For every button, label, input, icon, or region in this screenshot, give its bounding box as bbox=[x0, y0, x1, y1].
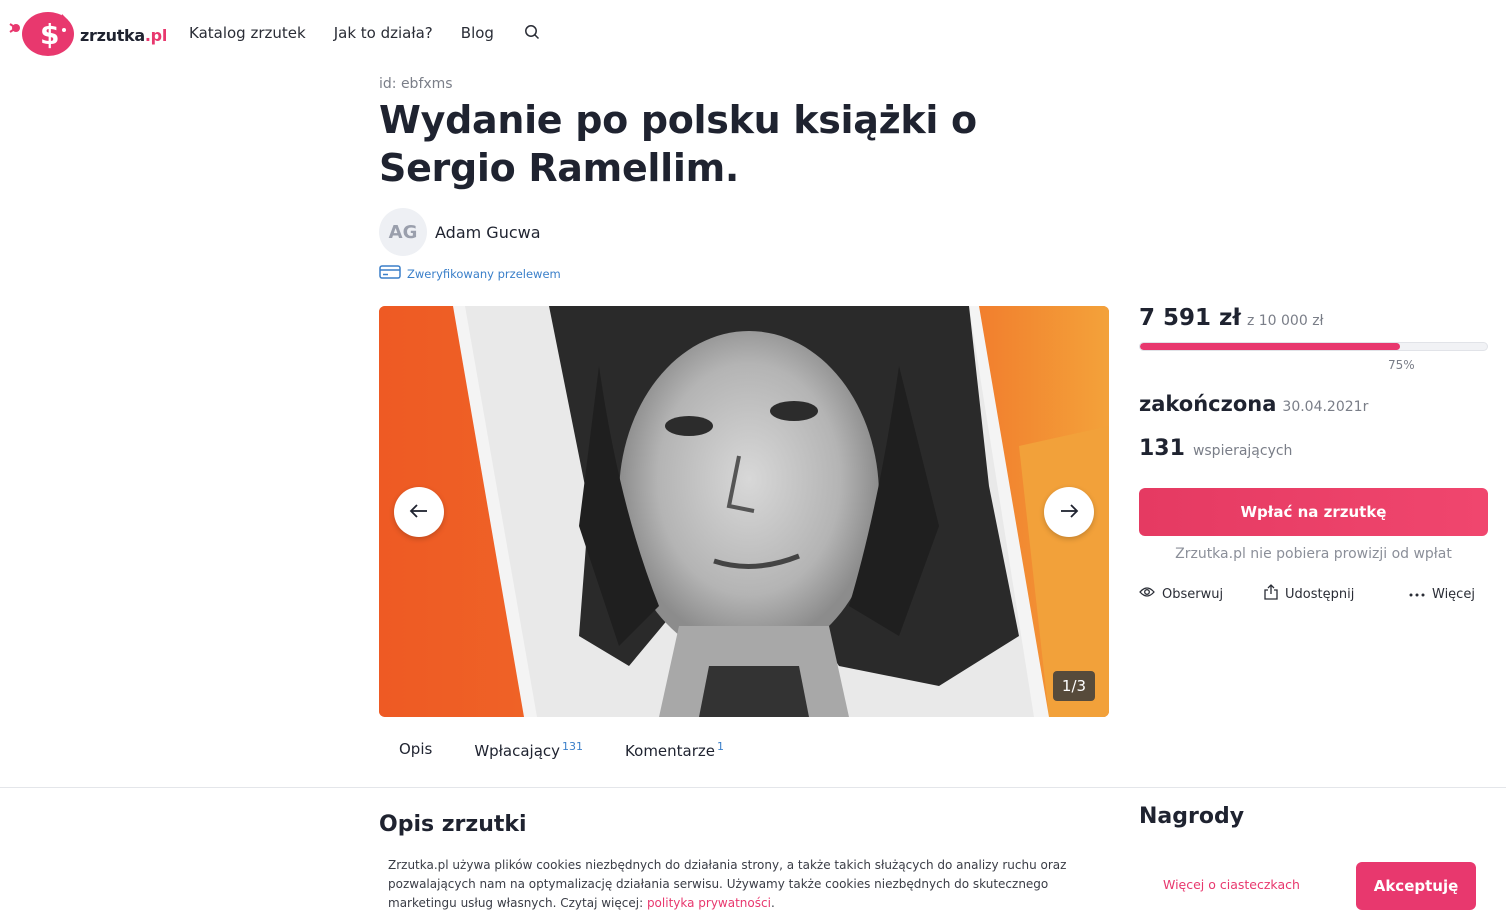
raised-value: 7 591 zł bbox=[1139, 305, 1241, 331]
goal-value: z 10 000 zł bbox=[1246, 313, 1324, 329]
author-name[interactable]: Adam Gucwa bbox=[435, 223, 541, 242]
amount-raised: 7 591 zł z 10 000 zł bbox=[1139, 305, 1324, 331]
verified-badge: Zweryfikowany przelewem bbox=[379, 264, 561, 284]
page-title: Wydanie po polsku książki o Sergio Ramel… bbox=[379, 98, 977, 190]
campaign-photo bbox=[379, 306, 1109, 717]
svg-text:$: $ bbox=[40, 18, 59, 51]
progress-bar bbox=[1139, 342, 1488, 351]
gallery-counter: 1/3 bbox=[1053, 671, 1095, 701]
photo-gallery[interactable] bbox=[379, 306, 1109, 717]
nav-katalog-zrzutek[interactable]: Katalog zrzutek bbox=[189, 24, 306, 42]
backers-count: 131 bbox=[1139, 436, 1185, 461]
verified-label: Zweryfikowany przelewem bbox=[407, 267, 561, 281]
status-date: 30.04.2021r bbox=[1282, 399, 1369, 415]
more-button[interactable]: Więcej bbox=[1409, 584, 1475, 604]
fee-note: Zrzutka.pl nie pobiera prowizji od wpłat bbox=[1175, 546, 1452, 562]
gallery-prev-button[interactable] bbox=[394, 487, 444, 537]
tab-wplacajacy[interactable]: Wpłacający 131 bbox=[474, 740, 583, 760]
progress-fill bbox=[1140, 343, 1401, 350]
nav-jak-to-dziala[interactable]: Jak to działa? bbox=[334, 24, 433, 42]
nav-blog[interactable]: Blog bbox=[461, 24, 494, 42]
privacy-policy-link[interactable]: polityka prywatności bbox=[647, 896, 771, 910]
tab-count: 1 bbox=[717, 740, 725, 753]
site-header: $ zrzutka.pl Katalog zrzutek Jak to dzia… bbox=[0, 0, 1506, 68]
backers: 131 wspierających bbox=[1139, 436, 1292, 461]
arrow-right-icon bbox=[1059, 503, 1079, 522]
campaign-status: zakończona 30.04.2021r bbox=[1139, 392, 1368, 416]
progress-percent: 75% bbox=[1388, 358, 1415, 372]
main-nav: Katalog zrzutek Jak to działa? Blog bbox=[189, 24, 542, 42]
gallery-next-button[interactable] bbox=[1044, 487, 1094, 537]
piggy-logo-icon: $ bbox=[6, 10, 78, 60]
cookie-banner: Zrzutka.pl używa plików cookies niezbędn… bbox=[0, 846, 1506, 921]
author[interactable]: AG Adam Gucwa bbox=[379, 208, 541, 256]
tabs-divider bbox=[0, 787, 1506, 788]
arrow-left-icon bbox=[409, 503, 429, 522]
tab-opis[interactable]: Opis bbox=[399, 740, 432, 760]
campaign-actions: Obserwuj Udostępnij Więcej bbox=[1139, 584, 1488, 604]
eye-icon bbox=[1139, 586, 1155, 602]
follow-button[interactable]: Obserwuj bbox=[1139, 584, 1264, 604]
share-button[interactable]: Udostępnij bbox=[1264, 584, 1409, 604]
search-icon[interactable] bbox=[524, 24, 542, 42]
donate-button[interactable]: Wpłać na zrzutkę bbox=[1139, 488, 1488, 536]
content-tabs: Opis Wpłacający 131 Komentarze 1 bbox=[399, 740, 766, 760]
share-icon bbox=[1264, 584, 1278, 604]
more-dots-icon bbox=[1409, 587, 1425, 602]
tab-count: 131 bbox=[562, 740, 584, 753]
description-title: Opis zrzutki bbox=[379, 812, 527, 837]
accept-cookies-button[interactable]: Akceptuję bbox=[1356, 862, 1476, 910]
cookie-text: Zrzutka.pl używa plików cookies niezbędn… bbox=[388, 858, 1067, 910]
card-icon bbox=[379, 264, 401, 284]
status-label: zakończona bbox=[1139, 392, 1277, 416]
tab-komentarze[interactable]: Komentarze 1 bbox=[625, 740, 724, 760]
logo-text: zrzutka.pl bbox=[80, 25, 168, 45]
rewards-title: Nagrody bbox=[1139, 804, 1245, 829]
campaign-id: id: ebfxms bbox=[379, 76, 453, 92]
logo[interactable]: $ zrzutka.pl bbox=[6, 10, 167, 60]
avatar: AG bbox=[379, 208, 427, 256]
backers-label: wspierających bbox=[1192, 443, 1293, 459]
cookie-more-link[interactable]: Więcej o ciasteczkach bbox=[1163, 877, 1300, 892]
